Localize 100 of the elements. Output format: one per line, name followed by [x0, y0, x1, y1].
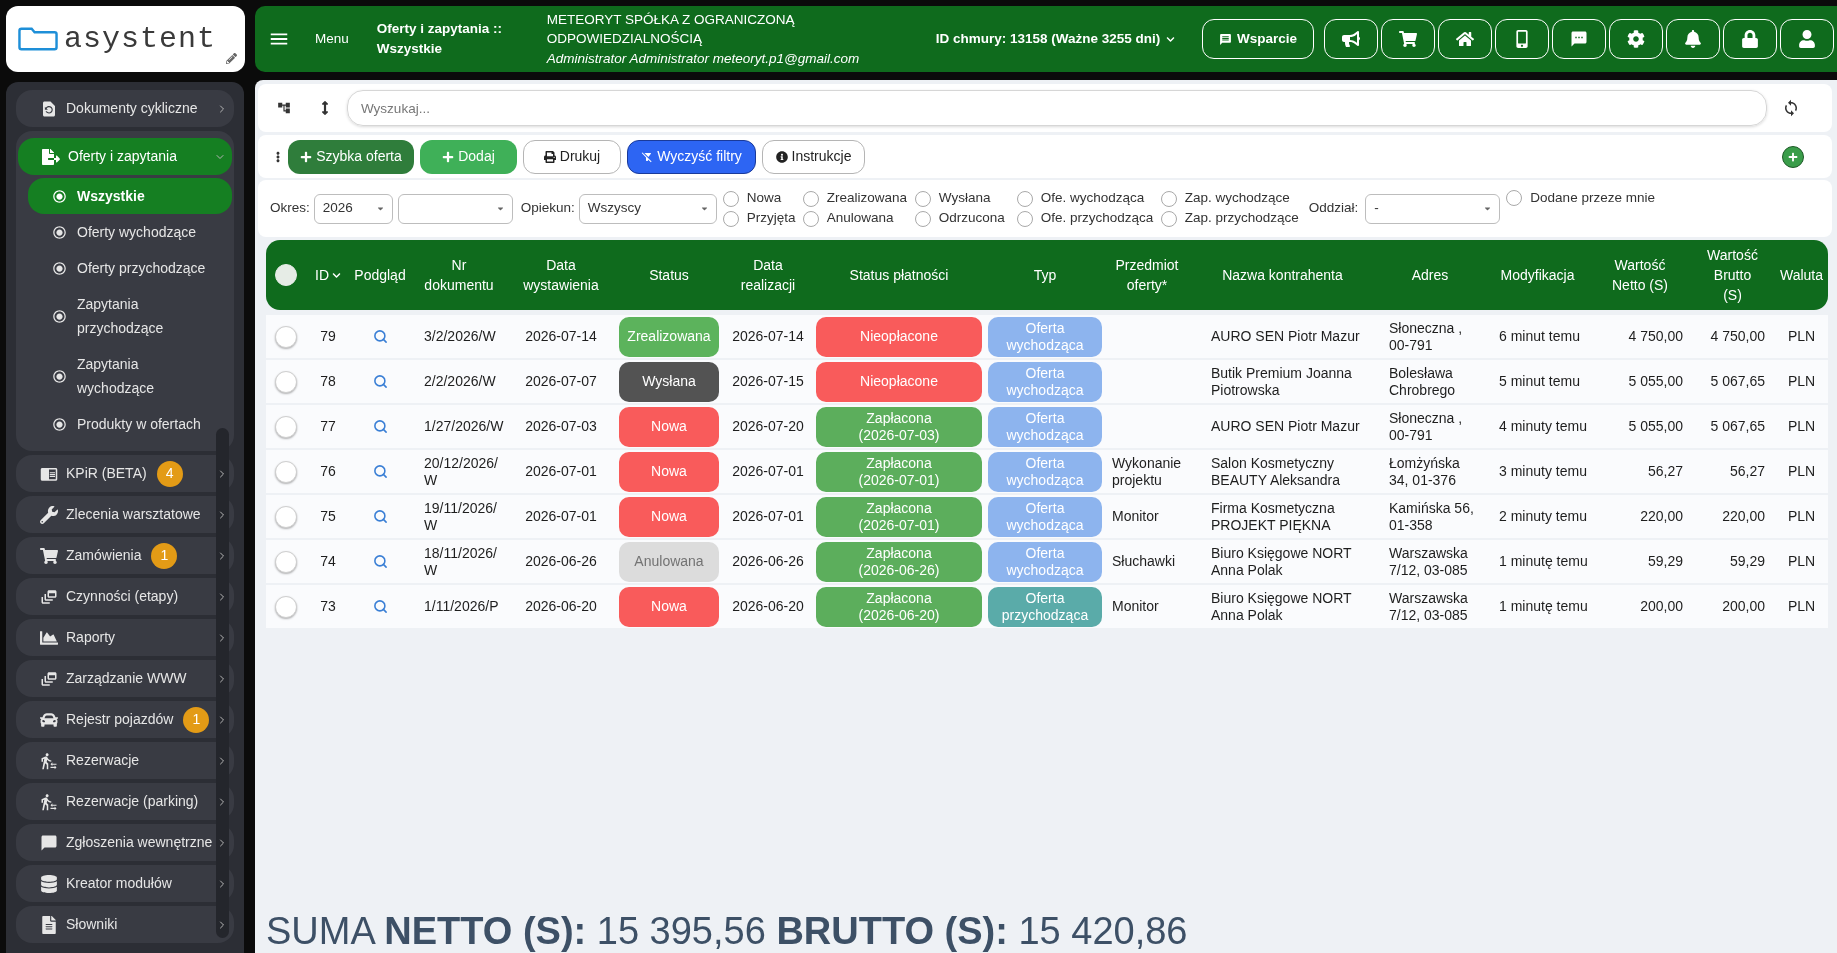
table-cell-text: Biuro Księgowe NORT Anna Polak [1210, 544, 1353, 579]
table-cell-text: PLN [1786, 553, 1817, 570]
sidebar-item[interactable]: Czynności (etapy) [16, 578, 234, 615]
column-header[interactable]: ID [315, 265, 329, 285]
radio-button[interactable] [1160, 190, 1177, 207]
sidebar-item[interactable]: Zlecenia warsztatowe [16, 496, 234, 533]
radio-button[interactable] [914, 210, 931, 227]
hierarchy-icon[interactable] [277, 101, 291, 115]
sidebar-subitem[interactable]: Oferty przychodzące [28, 250, 232, 286]
search-icon[interactable] [372, 329, 388, 344]
walking-person-icon [40, 751, 58, 770]
column-header: Modyfikacja [1499, 266, 1576, 285]
sidebar-subitem[interactable]: Zapytania przychodzące [28, 286, 232, 346]
walking-person-icon [40, 792, 58, 811]
owner-dropdown[interactable]: Wszyscy [578, 193, 717, 224]
offer-type-badge: Oferta wychodząca [988, 406, 1102, 447]
radio-button[interactable] [1506, 190, 1523, 207]
sidebar-item[interactable]: Zamówienia 1 [16, 537, 234, 574]
settings-button[interactable] [1609, 19, 1663, 59]
table-cell-text: 1/11/2026/P [423, 598, 500, 615]
radio-button[interactable] [1160, 210, 1177, 227]
search-icon[interactable] [372, 509, 388, 524]
select-all-checkbox[interactable] [275, 264, 297, 286]
menu-button[interactable]: Menu [268, 28, 349, 50]
sidebar-item[interactable]: Rezerwacje [16, 742, 234, 779]
refresh-icon[interactable] [1782, 99, 1800, 117]
table-cell-text: Łomżyńska 34, 01-376 [1388, 454, 1461, 489]
table-row[interactable]: 73 1/11/2026/P 2026-06-20 Nowa 2026-06-20 Zapłacona (2026-06-20) Oferta przychodząca Monitor Biuro Księgowe NORT Anna Polak Warszawska 7/12, 03-085 1 minutę temu 200,00 200,00 PLN [266, 585, 1828, 628]
sidebar-subitem[interactable]: Wszystkie [28, 178, 232, 214]
table-row[interactable]: 79 3/2/2026/W 2026-07-14 Zrealizowana 2026-07-14 Nieopłacone Oferta wychodząca AURO SEN Piotr Mazur Słoneczna , 00-791 6 minut temu 4 750,00 4 750,00 PLN [266, 315, 1828, 358]
row-checkbox[interactable] [275, 370, 297, 393]
radio-button[interactable] [722, 210, 739, 227]
lock-button[interactable] [1723, 19, 1777, 59]
radio-button[interactable] [802, 190, 819, 207]
table-cell-text: 2026-07-01 [524, 463, 598, 480]
sidebar-item[interactable]: Raporty [16, 619, 234, 656]
sidebar-subitem[interactable]: Oferty wychodzące [28, 214, 232, 250]
search-icon[interactable] [372, 374, 388, 389]
sidebar-item[interactable]: KPiR (BETA) 4 [16, 455, 234, 492]
phone-button[interactable] [1495, 19, 1549, 59]
cloud-id-dropdown[interactable]: ID chmury: 13158 (Ważne 3255 dni) [935, 28, 1176, 50]
more-icon[interactable] [276, 149, 280, 164]
search-icon[interactable] [372, 599, 388, 614]
chevron-down-icon [1166, 34, 1176, 44]
search-icon[interactable] [372, 464, 388, 479]
pencil-icon[interactable] [226, 53, 237, 64]
cart-button[interactable] [1381, 19, 1435, 59]
row-checkbox[interactable] [275, 550, 297, 573]
radio-label: Zap. przychodzące [1184, 209, 1299, 228]
radio-button[interactable] [802, 210, 819, 227]
logo-text: asystent [64, 21, 217, 57]
support-button[interactable]: Wsparcie [1202, 19, 1314, 59]
year-dropdown[interactable]: 2026 [313, 193, 393, 224]
action-button[interactable]: Szybka oferta [288, 139, 414, 174]
row-checkbox[interactable] [275, 505, 297, 528]
bell-button[interactable] [1666, 19, 1720, 59]
radio-button[interactable] [722, 190, 739, 207]
sidebar-item[interactable]: Zarządzanie WWW [16, 660, 234, 697]
radio-button[interactable] [1016, 210, 1033, 227]
sidebar-item[interactable]: Dokumenty cykliczne [16, 90, 234, 127]
search-field[interactable]: Wyszukaj... [347, 90, 1767, 126]
scrollbar-thumb[interactable] [216, 428, 229, 938]
table-row[interactable]: 74 18/11/2026/W 2026-06-26 Anulowana 2026-06-26 Zapłacona (2026-06-26) Oferta wychodząca Słuchawki Biuro Księgowe NORT Anna Polak Warszawska 7/12, 03-085 1 minutę temu 59,29 59,29 PLN [266, 540, 1828, 583]
search-icon[interactable] [372, 419, 388, 434]
action-button[interactable]: Instrukcje [762, 139, 865, 174]
sort-chevron-icon[interactable] [332, 270, 341, 280]
house-icon [1456, 30, 1474, 48]
table-cell-text: 74 [319, 553, 337, 570]
branch-dropdown[interactable]: - [1365, 193, 1501, 224]
chat-button[interactable] [1552, 19, 1606, 59]
megaphone-button[interactable] [1324, 19, 1378, 59]
sidebar-item[interactable]: Słowniki [16, 906, 234, 943]
table-row[interactable]: 77 1/27/2026/W 2026-07-03 Nowa 2026-07-20 Zapłacona (2026-07-03) Oferta wychodząca AURO SEN Piotr Mazur Słoneczna , 00-791 4 minuty temu 5 055,00 5 067,65 PLN [266, 405, 1828, 448]
table-row[interactable]: 78 2/2/2026/W 2026-07-07 Wysłana 2026-07-15 Nieopłacone Oferta wychodząca Butik Premium Joanna Piotrowska Bolesława Chrobrego 5 minut temu 5 055,00 5 067,65 PLN [266, 360, 1828, 403]
radio-button[interactable] [914, 190, 931, 207]
row-checkbox[interactable] [275, 460, 297, 483]
sidebar-item[interactable]: Zgłoszenia wewnętrzne [16, 824, 234, 861]
row-checkbox[interactable] [275, 415, 297, 438]
table-cell-text: PLN [1786, 508, 1817, 525]
caret-icon [1483, 204, 1493, 213]
sidebar-item[interactable]: Kreator modułów [16, 865, 234, 902]
sidebar-item[interactable]: Rejestr pojazdów 1 [16, 701, 234, 738]
row-checkbox[interactable] [275, 325, 297, 348]
house-button[interactable] [1438, 19, 1492, 59]
action-button[interactable]: Wyczyść filtry [627, 139, 756, 174]
table-row[interactable]: 75 19/11/2026/W 2026-07-01 Nowa 2026-07-01 Zapłacona (2026-07-01) Oferta wychodząca Monitor Firma Kosmetyczna PROJEKT PIĘKNA Kamińska 56, 01-358 2 minuty temu 220,00 220,00 PLN [266, 495, 1828, 538]
row-checkbox[interactable] [275, 595, 297, 618]
status-badge: Wysłana [619, 361, 719, 402]
table-row[interactable]: 76 20/12/2026/W 2026-07-01 Nowa 2026-07-01 Zapłacona (2026-07-01) Oferta wychodząca Wykonanie projektu Salon Kosmetyczny BEAUTY Aleksandra Łomżyńska 34, 01-376 3 minuty temu 56,27 56,27 PLN [266, 450, 1828, 493]
radio-button[interactable] [1016, 190, 1033, 207]
sidebar-subitem[interactable]: Produkty w ofertach [28, 406, 232, 442]
user-button[interactable] [1780, 19, 1834, 59]
add-button[interactable] [1782, 145, 1804, 168]
sidebar-item[interactable]: Oferty i zapytania [18, 138, 232, 175]
search-icon[interactable] [372, 554, 388, 569]
bell-icon [1684, 30, 1702, 48]
offer-type-badge: Oferta przychodząca [988, 586, 1102, 627]
sidebar-subitem[interactable]: Zapytania wychodzące [28, 346, 232, 406]
action-button[interactable]: Drukuj [523, 139, 621, 174]
sidebar-item[interactable]: Rezerwacje (parking) [16, 783, 234, 820]
